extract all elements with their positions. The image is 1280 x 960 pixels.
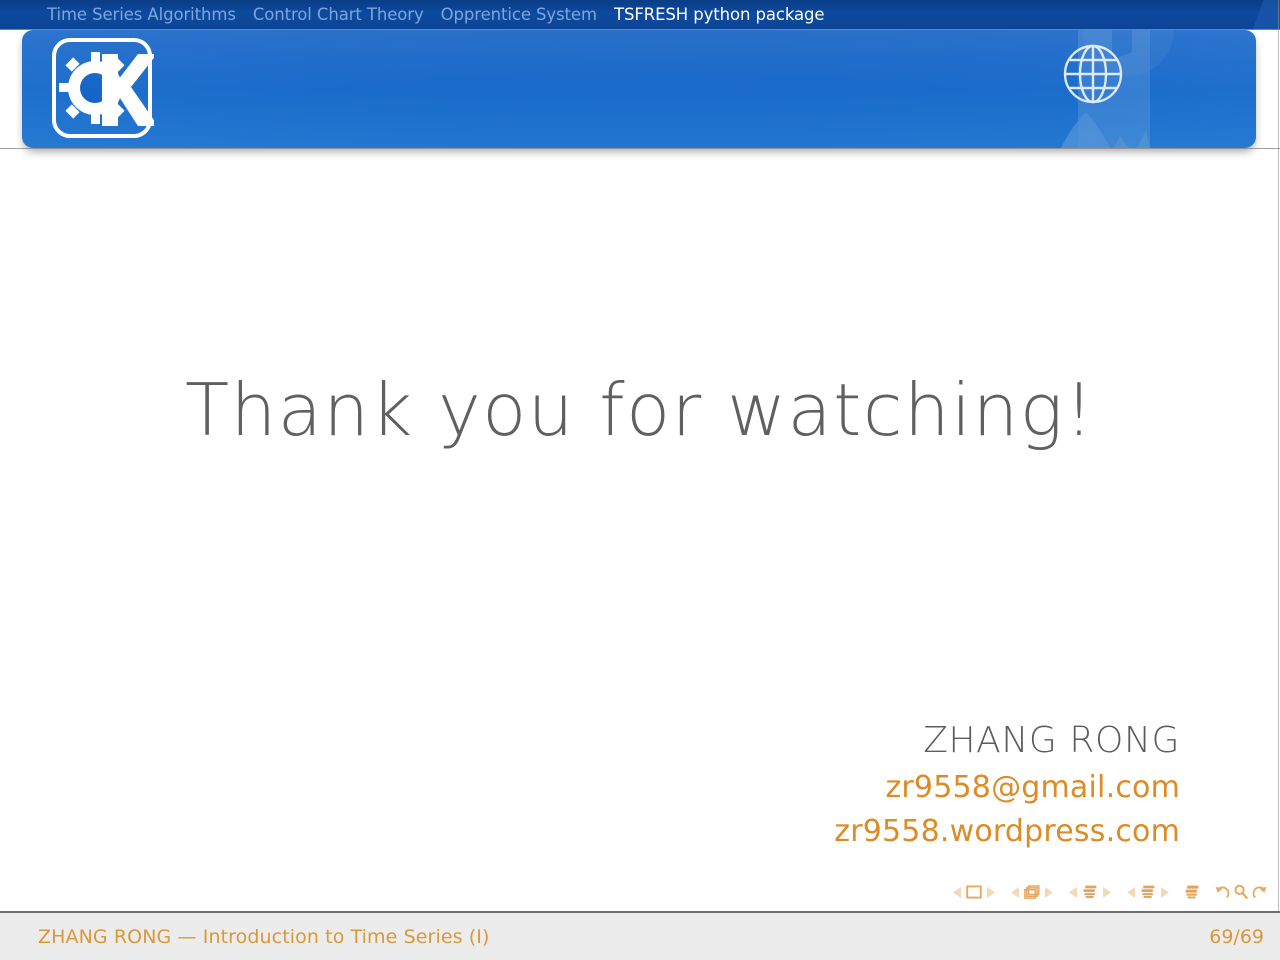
nav-item-time-series-algorithms[interactable]: Time Series Algorithms [47, 0, 236, 30]
kde-gear-k-logo-icon [52, 38, 154, 138]
section-previous-icon[interactable] [1126, 882, 1137, 902]
frame-rule-top [0, 29, 1280, 30]
nav-group-extras [1214, 882, 1268, 902]
globe-icon [1063, 44, 1123, 104]
frame-rule-bottom [0, 148, 1280, 149]
signature-block: ZHANG RONG zr9558@gmail.com zr9558.wordp… [834, 720, 1180, 849]
page-title: Thank you for watching! [185, 368, 1095, 452]
nav-group-section [1126, 882, 1170, 902]
section-icon[interactable] [1140, 882, 1156, 902]
slide-icon[interactable] [966, 882, 982, 902]
frame-next-icon[interactable] [1043, 882, 1054, 902]
search-icon[interactable] [1233, 882, 1249, 902]
nav-item-opprentice-system[interactable]: Opprentice System [441, 0, 597, 30]
back-arrow-icon[interactable] [1214, 882, 1230, 902]
nav-arrow-cap [1252, 0, 1280, 30]
navigation-bar: Time Series Algorithms Control Chart The… [0, 0, 1280, 30]
presentation-icon[interactable] [1184, 882, 1200, 902]
nav-group-slide [952, 882, 996, 902]
author-email[interactable]: zr9558@gmail.com [834, 770, 1180, 805]
slide-body: Thank you for watching! ZHANG RONG zr955… [0, 150, 1280, 910]
navigation-item-list: Time Series Algorithms Control Chart The… [47, 0, 825, 30]
forward-arrow-icon[interactable] [1252, 882, 1268, 902]
nav-group-subsection [1068, 882, 1112, 902]
subsection-next-icon[interactable] [1101, 882, 1112, 902]
beamer-navigation-symbols [952, 879, 1268, 905]
header-panel [22, 30, 1256, 148]
subsection-previous-icon[interactable] [1068, 882, 1079, 902]
nav-item-control-chart-theory[interactable]: Control Chart Theory [253, 0, 424, 30]
subsection-icon[interactable] [1082, 882, 1098, 902]
footer-author-title: ZHANG RONG — Introduction to Time Series… [38, 926, 490, 948]
nav-group-presentation [1184, 882, 1200, 902]
frame-icon[interactable] [1024, 882, 1040, 902]
slide-root: Time Series Algorithms Control Chart The… [0, 0, 1280, 960]
author-name: ZHANG RONG [923, 720, 1180, 761]
slide-previous-icon[interactable] [952, 882, 963, 902]
slide-next-icon[interactable] [985, 882, 996, 902]
nav-item-tsfresh-python-package[interactable]: TSFRESH python package [614, 0, 825, 30]
nav-group-frame [1010, 882, 1054, 902]
footer-page-number: 69/69 [1209, 926, 1264, 948]
frame-previous-icon[interactable] [1010, 882, 1021, 902]
footer-bar: ZHANG RONG — Introduction to Time Series… [0, 911, 1280, 960]
author-website[interactable]: zr9558.wordpress.com [834, 814, 1180, 849]
section-next-icon[interactable] [1159, 882, 1170, 902]
